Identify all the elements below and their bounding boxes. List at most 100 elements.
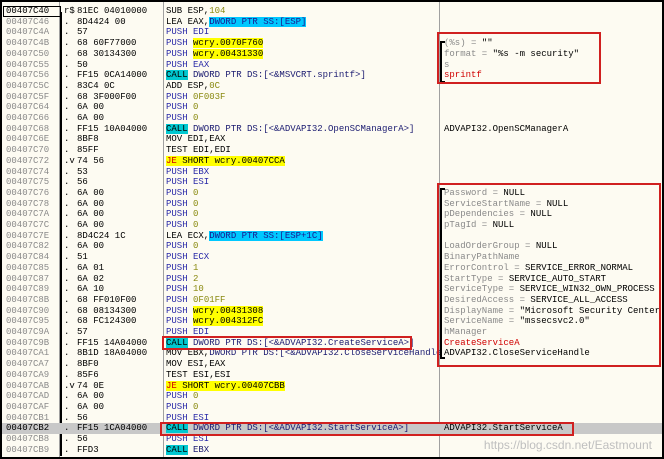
flow-marker: .: [64, 220, 70, 230]
disassembly: PUSH 2: [166, 274, 198, 285]
asm-token: 0: [193, 241, 199, 252]
disassembly-pane[interactable]: 00407C40 r$ 81EC 04010000 SUB ESP,104 00407C…: [0, 0, 664, 459]
flow-marker: .: [64, 209, 70, 220]
flow-marker: .: [64, 434, 70, 444]
hex-bytes: 56: [77, 177, 88, 188]
asm-token: wcry.004312FC: [193, 316, 264, 327]
hex-bytes: 68 FF010F00: [77, 294, 137, 305]
hex-bytes: 6A 00: [77, 198, 105, 209]
hex-bytes: 74 0E: [77, 380, 105, 391]
asm-token: PUSH: [166, 59, 194, 70]
asm-token: 0: [193, 102, 199, 113]
code-row[interactable]: 00407C68. FF15 10A04000 CALL DWORD PTR DS:…: [2, 123, 662, 135]
asm-token: SUB ESP,: [166, 6, 210, 16]
disassembly: PUSH 1: [166, 263, 198, 274]
code-row[interactable]: 00407CAB .v 74 0E JE SHORT wcry.00407CBB: [2, 380, 662, 392]
address: 00407C55: [6, 59, 50, 70]
hex-bytes: 6A 00: [77, 220, 105, 230]
address: 00407C95: [6, 316, 50, 327]
hex-bytes: 57: [77, 27, 88, 38]
address: 00407C6E: [6, 134, 50, 145]
code-row[interactable]: 00407C70. 85FF TEST EDI,EDI: [2, 145, 662, 156]
asm-token: 0: [193, 391, 199, 402]
address: 00407C40: [3, 6, 61, 17]
flow-marker: .: [64, 391, 70, 402]
code-row[interactable]: 00407CA9. 85F6 TEST ESI,ESI: [2, 370, 662, 381]
asm-token: MOV ESI,EAX: [166, 359, 226, 370]
disassembly: ADD ESP,0C: [166, 81, 220, 92]
code-row[interactable]: 00407C72 .v 74 56 JE SHORT wcry.00407CCA: [2, 155, 662, 167]
flow-marker: .: [64, 48, 70, 59]
asm-token: PUSH: [166, 241, 194, 252]
highlight-box-startservice-call: [160, 422, 574, 436]
asm-token: wcry.00431330: [193, 48, 264, 59]
code-row[interactable]: 00407CAD. 6A 00 PUSH 0: [2, 391, 662, 402]
asm-token: DWORD PTR DS:[<&MSVCRT.sprintf>]: [187, 70, 366, 81]
disassembly: CALL DWORD PTR DS:[<&MSVCRT.sprintf>]: [166, 70, 366, 81]
asm-token: ADD ESP,: [166, 80, 210, 91]
code-row[interactable]: 00407C5F. 68 3F000F00 PUSH 0F003F: [2, 92, 662, 103]
hex-bytes: 50: [77, 59, 88, 70]
code-row[interactable]: 00407C74. 53 PUSH EBX: [2, 167, 662, 178]
flow-marker: .: [64, 305, 70, 316]
disassembly: PUSH 0: [166, 113, 198, 124]
asm-token: 0: [193, 220, 199, 230]
hex-bytes: FF15 1CA04000: [77, 423, 148, 434]
asm-token: 0C: [209, 80, 221, 91]
address: 00407C90: [6, 305, 50, 316]
address: 00407C78: [6, 198, 50, 209]
code-row[interactable]: 00407C64. 6A 00 PUSH 0: [2, 102, 662, 113]
hex-bytes: 6A 02: [77, 273, 105, 284]
address: 00407CAD: [6, 391, 50, 402]
hex-bytes: 53: [77, 166, 88, 177]
hex-bytes: 81EC 04010000: [77, 6, 148, 16]
code-row[interactable]: 00407CAF. 6A 00 PUSH 0: [2, 402, 662, 413]
address: 00407C8B: [6, 294, 50, 305]
asm-token: 0F01FF: [193, 294, 226, 305]
code-row[interactable]: 00407C40 r$ 81EC 04010000 SUB ESP,104: [2, 6, 662, 17]
asm-token: 1: [193, 262, 199, 273]
flow-marker: .: [64, 187, 70, 198]
asm-token: DWORD PTR SS:[ESP]: [209, 16, 307, 27]
asm-token: 0F003F: [193, 91, 226, 102]
disassembly: LEA EAX,DWORD PTR SS:[ESP]: [166, 16, 307, 28]
hex-bytes: 6A 00: [77, 401, 105, 412]
address: 00407C50: [6, 48, 50, 59]
code-row[interactable]: 00407C46. 8D4424 00 LEA EAX,DWORD PTR SS:[…: [2, 16, 662, 28]
disassembly: PUSH 0F01FF: [166, 295, 225, 306]
code-row[interactable]: 00407C66. 6A 00 PUSH 0: [2, 113, 662, 124]
flow-marker: .: [64, 316, 70, 327]
hex-bytes: 83C4 0C: [77, 80, 115, 91]
hex-bytes: 74 56: [77, 155, 105, 166]
hex-bytes: 68 08134300: [77, 305, 137, 316]
asm-token: 0: [193, 113, 199, 123]
asm-token: wcry.00431308: [193, 305, 264, 316]
hex-bytes: 6A 00: [77, 187, 105, 198]
address: 00407CA1: [6, 348, 50, 359]
flow-marker: .: [64, 80, 70, 91]
flow-marker: .v: [64, 155, 75, 166]
hex-bytes: 68 60F77000: [77, 38, 137, 49]
address: 00407C9A: [6, 327, 50, 337]
asm-token: PUSH: [166, 401, 194, 412]
asm-token: DWORD PTR SS:[ESP+1C]: [209, 230, 323, 241]
comment-token: ADVAPI32.OpenSCManagerA: [444, 123, 569, 134]
address: 00407C66: [6, 113, 50, 123]
code-row[interactable]: 00407C6E. 8BF8 MOV EDI,EAX: [2, 134, 662, 145]
flow-marker: .: [64, 444, 70, 455]
hex-bytes: 6A 00: [77, 241, 105, 252]
asm-token: TEST EDI,EDI: [166, 145, 231, 156]
asm-token: JE: [166, 380, 177, 391]
disassembly: PUSH 0: [166, 199, 198, 210]
asm-token: PUSH: [166, 220, 194, 230]
flow-marker: .: [64, 134, 70, 145]
disassembly: PUSH wcry.004312FC: [166, 316, 264, 327]
asm-token: DWORD PTR DS:[<&ADVAPI32.OpenSCManagerA>…: [187, 123, 415, 134]
address: 00407CB2: [6, 423, 50, 434]
asm-token: PUSH: [166, 305, 194, 316]
disassembly: PUSH 0: [166, 188, 198, 199]
disassembly: PUSH wcry.0070F760: [166, 38, 264, 49]
disassembly: MOV EDI,EAX: [166, 134, 225, 145]
asm-token: PUSH: [166, 102, 194, 113]
asm-token: PUSH: [166, 91, 194, 102]
